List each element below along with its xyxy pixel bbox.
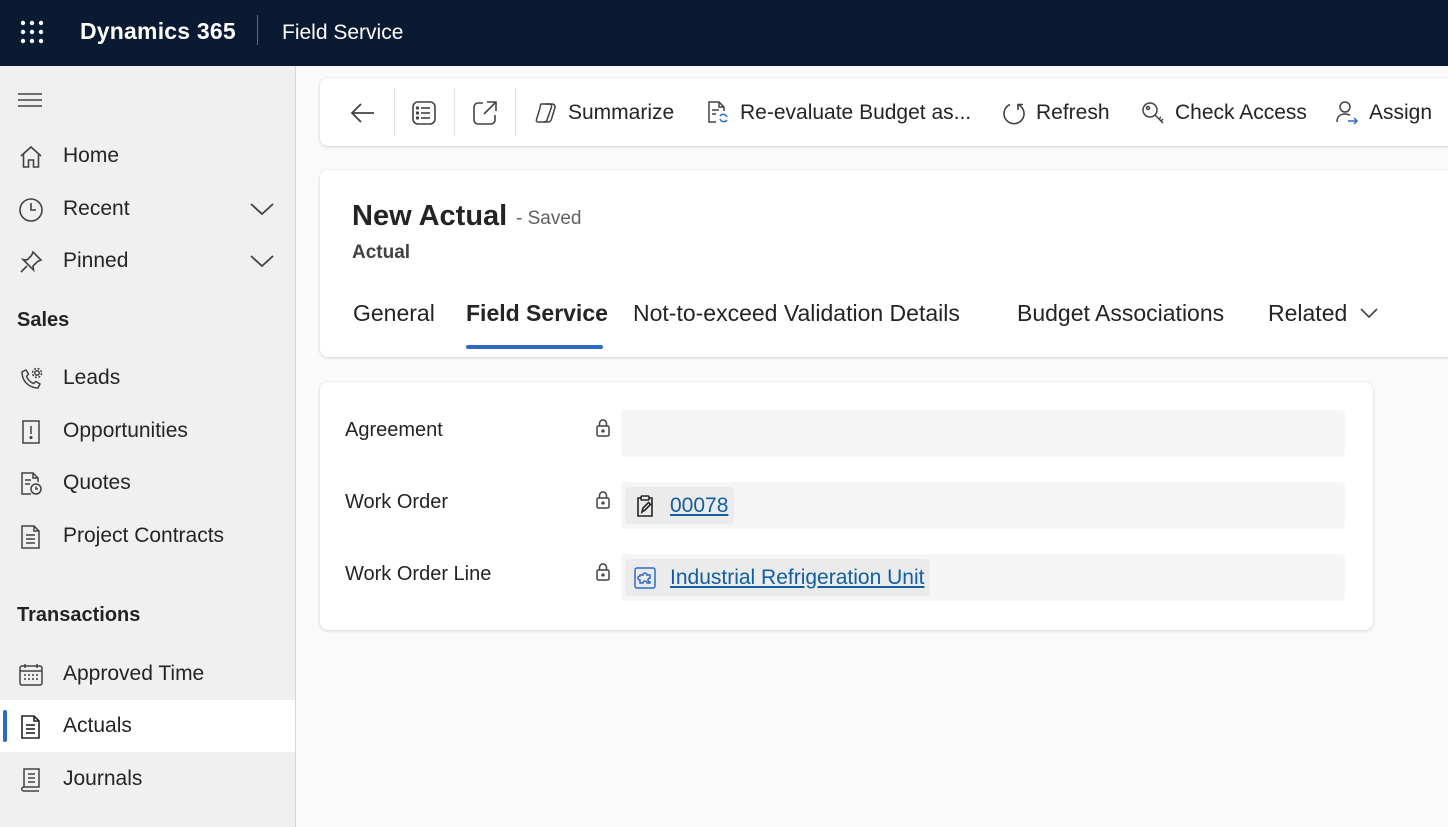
sidebar: Home Recent Pinned Sales Leads Opportuni… bbox=[0, 66, 296, 827]
sidebar-item-label: Recent bbox=[63, 197, 130, 220]
lock-icon bbox=[594, 562, 612, 582]
tab-budget-associations[interactable]: Budget Associations bbox=[1017, 300, 1224, 327]
open-in-new-window-icon[interactable] bbox=[470, 98, 500, 128]
sidebar-item-actuals[interactable]: Actuals bbox=[0, 700, 295, 752]
puzzle-box-icon bbox=[633, 566, 657, 590]
active-tab-indicator bbox=[466, 345, 603, 349]
document-lines-icon bbox=[18, 714, 44, 740]
tab-field-service[interactable]: Field Service bbox=[466, 300, 608, 327]
hamburger-menu-icon[interactable] bbox=[18, 92, 42, 108]
summarize-button[interactable]: Summarize bbox=[533, 96, 674, 130]
tab-general[interactable]: General bbox=[353, 300, 435, 327]
command-bar: Summarize Re-evaluate Budget as... Refre… bbox=[320, 78, 1448, 146]
work-order-line-field[interactable]: Industrial Refrigeration Unit bbox=[621, 554, 1345, 601]
brand-title[interactable]: Dynamics 365 bbox=[80, 18, 236, 45]
work-order-link[interactable]: 00078 bbox=[670, 494, 728, 518]
back-arrow-icon[interactable] bbox=[348, 98, 378, 128]
sidebar-item-approved-time[interactable]: Approved Time bbox=[0, 648, 295, 700]
sidebar-item-project-contracts[interactable]: Project Contracts bbox=[0, 510, 295, 562]
sidebar-item-home[interactable]: Home bbox=[0, 130, 295, 182]
sidebar-item-label: Journals bbox=[63, 767, 143, 790]
sidebar-item-label: Opportunities bbox=[63, 419, 188, 442]
agreement-field[interactable] bbox=[621, 410, 1345, 457]
command-separator bbox=[394, 88, 395, 136]
chevron-down-icon[interactable] bbox=[248, 199, 276, 219]
app-name[interactable]: Field Service bbox=[282, 21, 403, 45]
work-order-label: Work Order bbox=[345, 491, 448, 513]
clock-icon bbox=[18, 197, 44, 223]
refresh-button[interactable]: Refresh bbox=[1001, 96, 1110, 130]
pin-icon bbox=[18, 249, 44, 275]
field-service-section: Agreement Work Order 00078 Work Order Li… bbox=[320, 382, 1373, 630]
section-header-sales: Sales bbox=[17, 309, 70, 331]
sidebar-item-label: Home bbox=[63, 144, 120, 167]
opportunity-icon bbox=[18, 419, 44, 445]
sidebar-item-journals[interactable]: Journals bbox=[0, 753, 295, 805]
work-order-line-link[interactable]: Industrial Refrigeration Unit bbox=[670, 566, 924, 590]
refresh-label: Refresh bbox=[1036, 101, 1110, 124]
command-separator bbox=[515, 88, 516, 136]
section-header-transactions: Transactions bbox=[17, 604, 141, 626]
sidebar-item-opportunities[interactable]: Opportunities bbox=[0, 405, 295, 457]
document-sync-icon bbox=[705, 100, 731, 126]
sidebar-item-label: Pinned bbox=[63, 249, 129, 272]
quote-icon bbox=[18, 471, 44, 497]
work-order-line-lookup-chip[interactable]: Industrial Refrigeration Unit bbox=[625, 559, 931, 596]
work-order-lookup-chip[interactable]: 00078 bbox=[625, 487, 735, 524]
check-access-label: Check Access bbox=[1175, 101, 1307, 124]
phone-gear-icon bbox=[18, 366, 44, 392]
reevaluate-budget-label: Re-evaluate Budget as... bbox=[740, 101, 972, 124]
work-order-line-label: Work Order Line bbox=[345, 563, 492, 585]
tab-related[interactable]: Related bbox=[1268, 300, 1347, 327]
assign-label: Assign bbox=[1369, 101, 1433, 124]
sidebar-item-label: Approved Time bbox=[63, 662, 205, 685]
reevaluate-budget-button[interactable]: Re-evaluate Budget as... bbox=[705, 96, 971, 130]
home-icon bbox=[18, 144, 44, 170]
sidebar-item-label: Actuals bbox=[63, 714, 132, 737]
lock-icon bbox=[594, 490, 612, 510]
sidebar-item-label: Leads bbox=[63, 366, 121, 389]
document-icon bbox=[18, 524, 44, 550]
work-order-field[interactable]: 00078 bbox=[621, 482, 1345, 529]
topbar-divider bbox=[257, 15, 258, 45]
chevron-down-icon[interactable] bbox=[248, 251, 276, 271]
record-header: New Actual - Saved Actual General Field … bbox=[320, 170, 1448, 357]
calendar-icon bbox=[18, 662, 44, 688]
person-arrow-icon bbox=[1334, 100, 1360, 126]
lock-icon bbox=[594, 418, 612, 438]
copilot-icon bbox=[533, 100, 559, 126]
key-search-icon bbox=[1140, 100, 1166, 126]
sidebar-item-label: Quotes bbox=[63, 471, 131, 494]
record-title: New Actual bbox=[352, 200, 508, 232]
sidebar-item-recent[interactable]: Recent bbox=[0, 183, 295, 235]
top-bar: Dynamics 365 Field Service bbox=[0, 0, 1448, 66]
sidebar-item-quotes[interactable]: Quotes bbox=[0, 457, 295, 509]
chevron-down-icon[interactable] bbox=[1358, 305, 1380, 321]
agreement-label: Agreement bbox=[345, 419, 443, 441]
record-entity-name: Actual bbox=[352, 242, 411, 263]
journal-icon bbox=[18, 767, 44, 793]
check-access-button[interactable]: Check Access bbox=[1140, 96, 1307, 130]
form-list-icon[interactable] bbox=[409, 98, 439, 128]
app-launcher-icon[interactable] bbox=[20, 20, 44, 44]
record-save-status: - Saved bbox=[516, 208, 582, 229]
command-separator bbox=[454, 88, 455, 136]
sidebar-item-label: Project Contracts bbox=[63, 524, 225, 547]
sidebar-item-pinned[interactable]: Pinned bbox=[0, 235, 295, 287]
sidebar-item-leads[interactable]: Leads bbox=[0, 352, 295, 404]
tab-not-to-exceed-validation-details[interactable]: Not-to-exceed Validation Details bbox=[633, 300, 960, 327]
assign-button[interactable]: Assign bbox=[1334, 96, 1432, 130]
refresh-icon bbox=[1001, 100, 1027, 126]
summarize-label: Summarize bbox=[568, 101, 675, 124]
clipboard-edit-icon bbox=[633, 494, 657, 518]
